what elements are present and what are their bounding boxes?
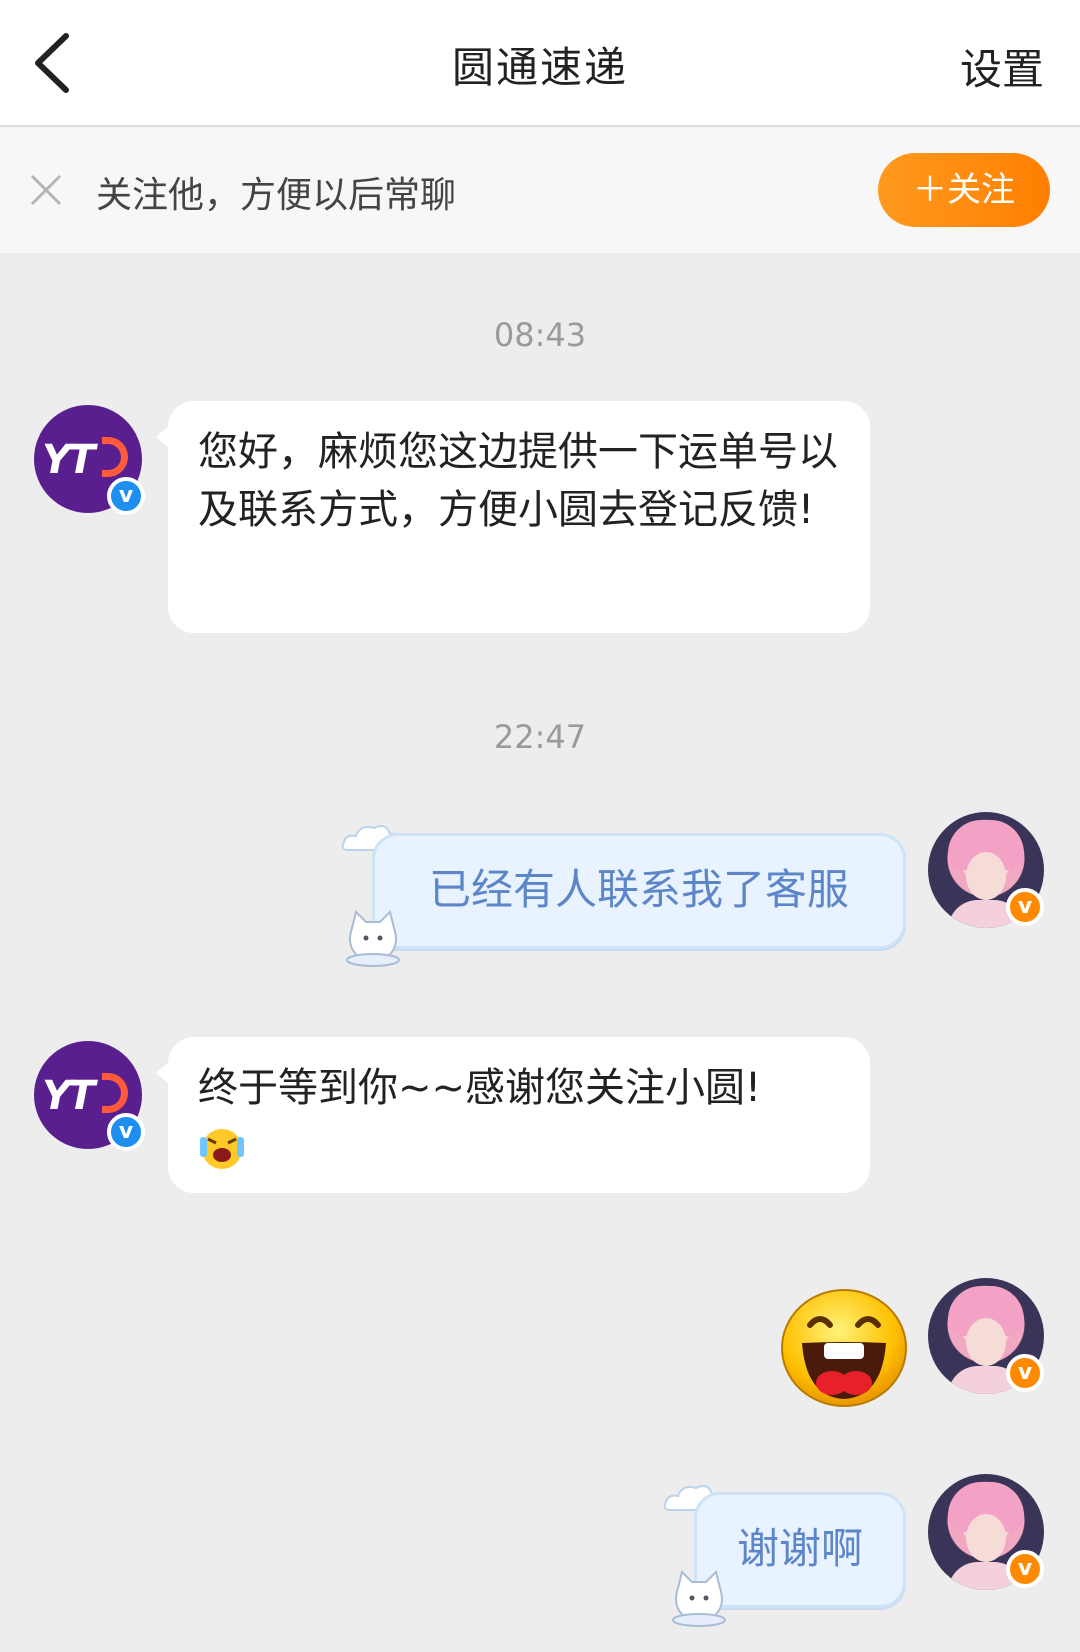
avatar-face xyxy=(966,852,1006,900)
page-title: 圆通速递 xyxy=(451,43,628,92)
settings-button[interactable]: 设置 xyxy=(960,36,1044,97)
cat-sticker-icon xyxy=(672,1570,726,1627)
avatar-face xyxy=(966,1514,1006,1562)
sender-logo-text: YT xyxy=(42,1073,95,1119)
sender-logo-mark xyxy=(102,437,128,477)
incoming-message-bubble[interactable]: 终于等到你~~感谢您关注小圆! xyxy=(156,1037,870,1193)
verified-badge-icon: v xyxy=(1006,888,1044,926)
close-icon[interactable] xyxy=(28,172,64,208)
outgoing-message-bubble[interactable]: 已经有人联系我了客服 xyxy=(372,833,906,949)
top-bar: 圆通速递 设置 xyxy=(0,0,1080,127)
message-timestamp: 22:47 xyxy=(493,718,587,756)
message-timestamp: 08:43 xyxy=(493,316,587,354)
sender-logo-text: YT xyxy=(42,437,95,483)
follow-prompt-text: 关注他，方便以后常聊 xyxy=(96,175,457,216)
follow-button[interactable]: ＋关注 xyxy=(878,153,1050,227)
verified-badge-icon: v xyxy=(1006,1354,1044,1392)
avatar-face xyxy=(966,1318,1006,1366)
incoming-message-bubble[interactable]: 您好，麻烦您这边提供一下运单号以及联系方式，方便小圆去登记反馈! xyxy=(156,401,870,633)
verified-badge-icon: v xyxy=(1006,1550,1044,1588)
crying-laughing-emoji-icon xyxy=(200,1129,244,1169)
cat-sticker-icon xyxy=(346,910,400,967)
verified-badge-icon: v xyxy=(107,477,145,515)
incoming-message-text: 终于等到你~~感谢您关注小圆! xyxy=(198,1065,762,1111)
verified-badge-icon: v xyxy=(107,1113,145,1151)
sender-logo-mark xyxy=(102,1073,128,1113)
laughing-face-sticker-icon[interactable] xyxy=(780,1287,908,1409)
